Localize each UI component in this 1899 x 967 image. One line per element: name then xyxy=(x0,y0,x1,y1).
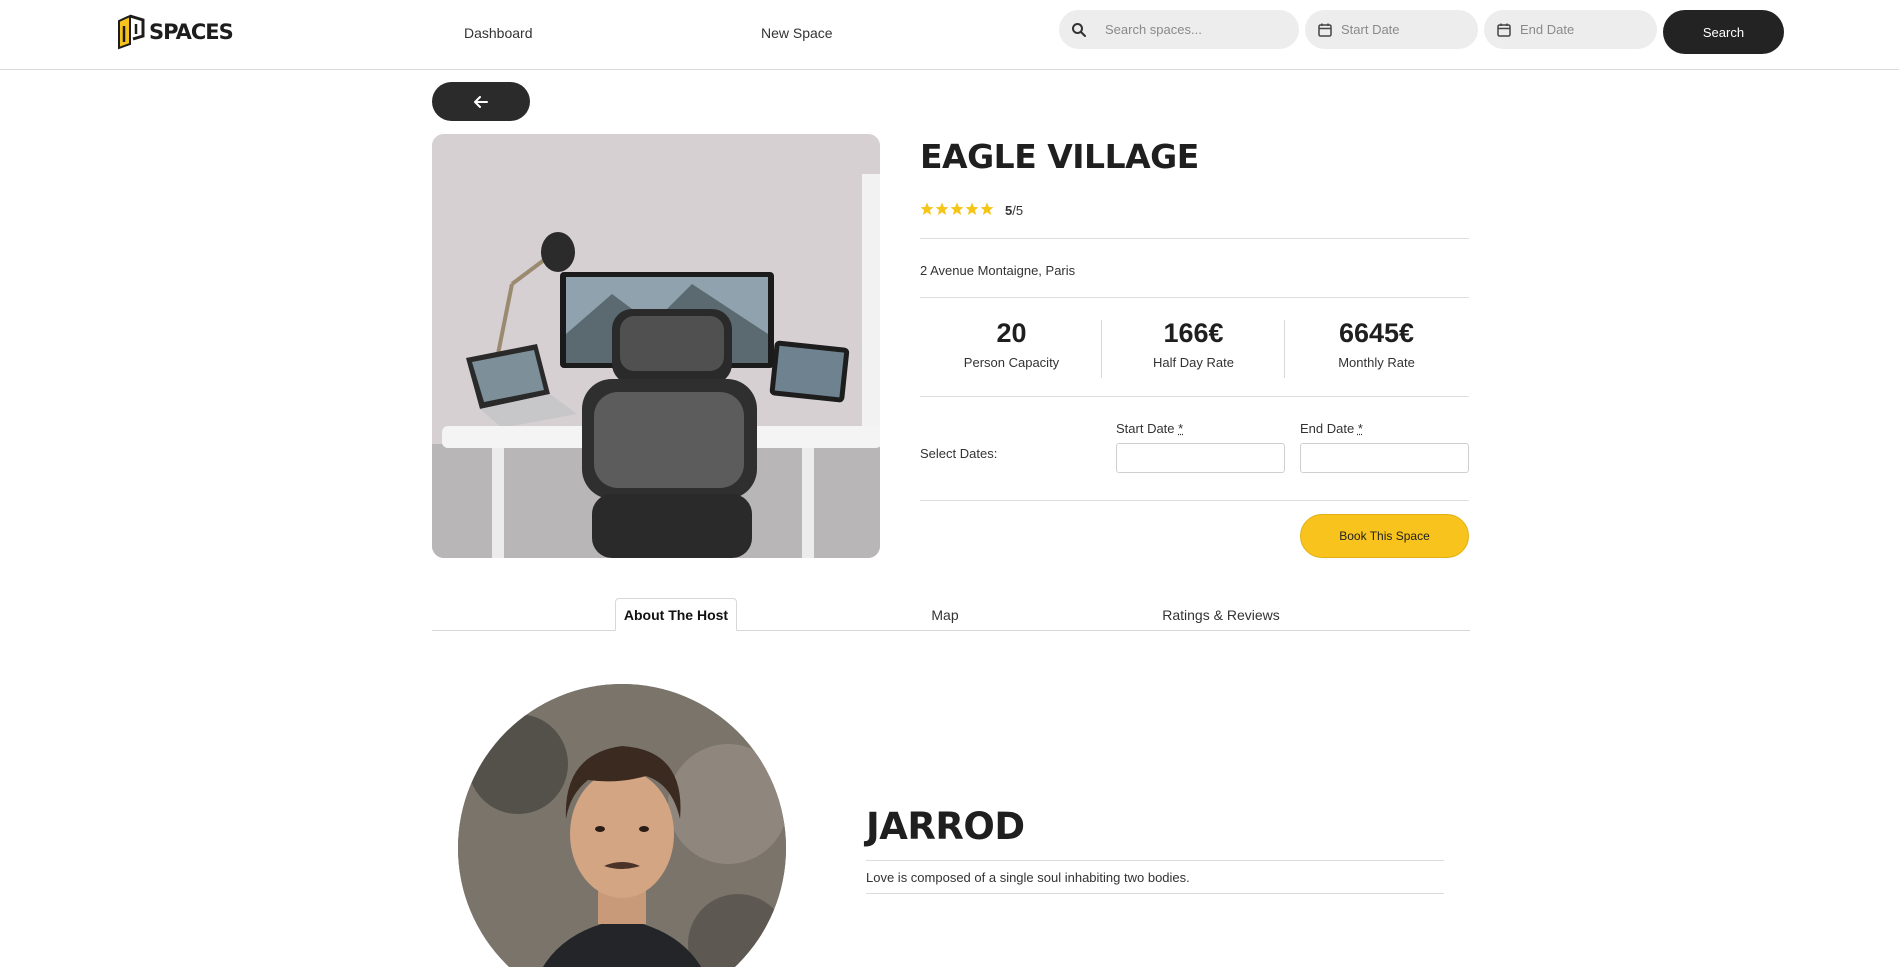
divider xyxy=(920,238,1469,239)
workspace-illustration xyxy=(432,134,880,558)
tab-map[interactable]: Map xyxy=(905,598,985,631)
book-space-button[interactable]: Book This Space xyxy=(1300,514,1469,558)
search-button[interactable]: Search xyxy=(1663,10,1784,54)
space-title: EAGLE VILLAGE xyxy=(920,137,1199,176)
tab-ratings-reviews[interactable]: Ratings & Reviews xyxy=(1150,598,1292,631)
nav-dashboard-link[interactable]: Dashboard xyxy=(464,25,533,41)
host-portrait xyxy=(458,684,786,967)
host-avatar xyxy=(458,684,786,967)
stat-capacity: 20 Person Capacity xyxy=(920,318,1103,370)
logo-mark-icon xyxy=(118,14,145,50)
divider xyxy=(920,396,1469,397)
header-start-date-field[interactable] xyxy=(1305,10,1478,49)
start-date-label: Start Date * xyxy=(1116,421,1183,436)
arrow-left-icon xyxy=(474,95,488,108)
star-icon xyxy=(935,202,949,215)
brand-logo[interactable]: SPACES xyxy=(116,14,234,50)
space-address: 2 Avenue Montaigne, Paris xyxy=(920,263,1076,278)
booking-end-date-input[interactable] xyxy=(1300,443,1469,473)
star-icon xyxy=(920,202,934,215)
nav-new-space-link[interactable]: New Space xyxy=(761,25,833,41)
search-field[interactable] xyxy=(1059,10,1299,49)
header-end-date-field[interactable] xyxy=(1484,10,1657,49)
stat-half-day-rate: 166€ Half Day Rate xyxy=(1102,318,1285,370)
stat-half-day-label: Half Day Rate xyxy=(1153,355,1234,370)
stat-monthly-value: 6645€ xyxy=(1338,318,1415,348)
divider xyxy=(866,893,1444,894)
space-photo xyxy=(432,134,880,558)
star-icon xyxy=(965,202,979,215)
host-quote: Love is composed of a single soul inhabi… xyxy=(866,870,1190,885)
start-date-label-text: Start Date xyxy=(1116,421,1175,436)
search-icon xyxy=(1072,22,1086,37)
logo-text: SPACES xyxy=(149,20,234,44)
end-date-label-text: End Date xyxy=(1300,421,1355,436)
booking-start-date-input[interactable] xyxy=(1116,443,1285,473)
stat-monthly-rate: 6645€ Monthly Rate xyxy=(1285,318,1468,370)
rating-stars xyxy=(920,202,994,216)
stat-capacity-value: 20 xyxy=(996,318,1027,348)
divider xyxy=(866,860,1444,861)
back-button[interactable] xyxy=(432,82,530,121)
end-date-label: End Date * xyxy=(1300,421,1363,436)
rating-max: /5 xyxy=(1012,203,1024,218)
host-name: JARROD xyxy=(866,805,1025,848)
star-icon xyxy=(950,202,964,215)
divider xyxy=(920,297,1469,298)
stat-monthly-label: Monthly Rate xyxy=(1338,355,1415,370)
required-mark: * xyxy=(1357,421,1363,436)
star-icon xyxy=(980,202,994,215)
calendar-icon xyxy=(1318,23,1332,37)
stat-half-day-value: 166€ xyxy=(1163,318,1224,348)
tab-about-host[interactable]: About The Host xyxy=(615,598,737,631)
calendar-icon xyxy=(1497,23,1511,37)
rating-value: 5/5 xyxy=(1005,203,1023,218)
required-mark: * xyxy=(1178,421,1184,436)
header-start-date-input[interactable] xyxy=(1341,22,1478,37)
top-navbar: SPACES Dashboard New Space Search xyxy=(0,0,1899,70)
stat-capacity-label: Person Capacity xyxy=(963,355,1060,370)
header-end-date-input[interactable] xyxy=(1520,22,1657,37)
search-input[interactable] xyxy=(1105,22,1299,37)
select-dates-label: Select Dates: xyxy=(920,446,998,461)
divider xyxy=(920,500,1469,501)
